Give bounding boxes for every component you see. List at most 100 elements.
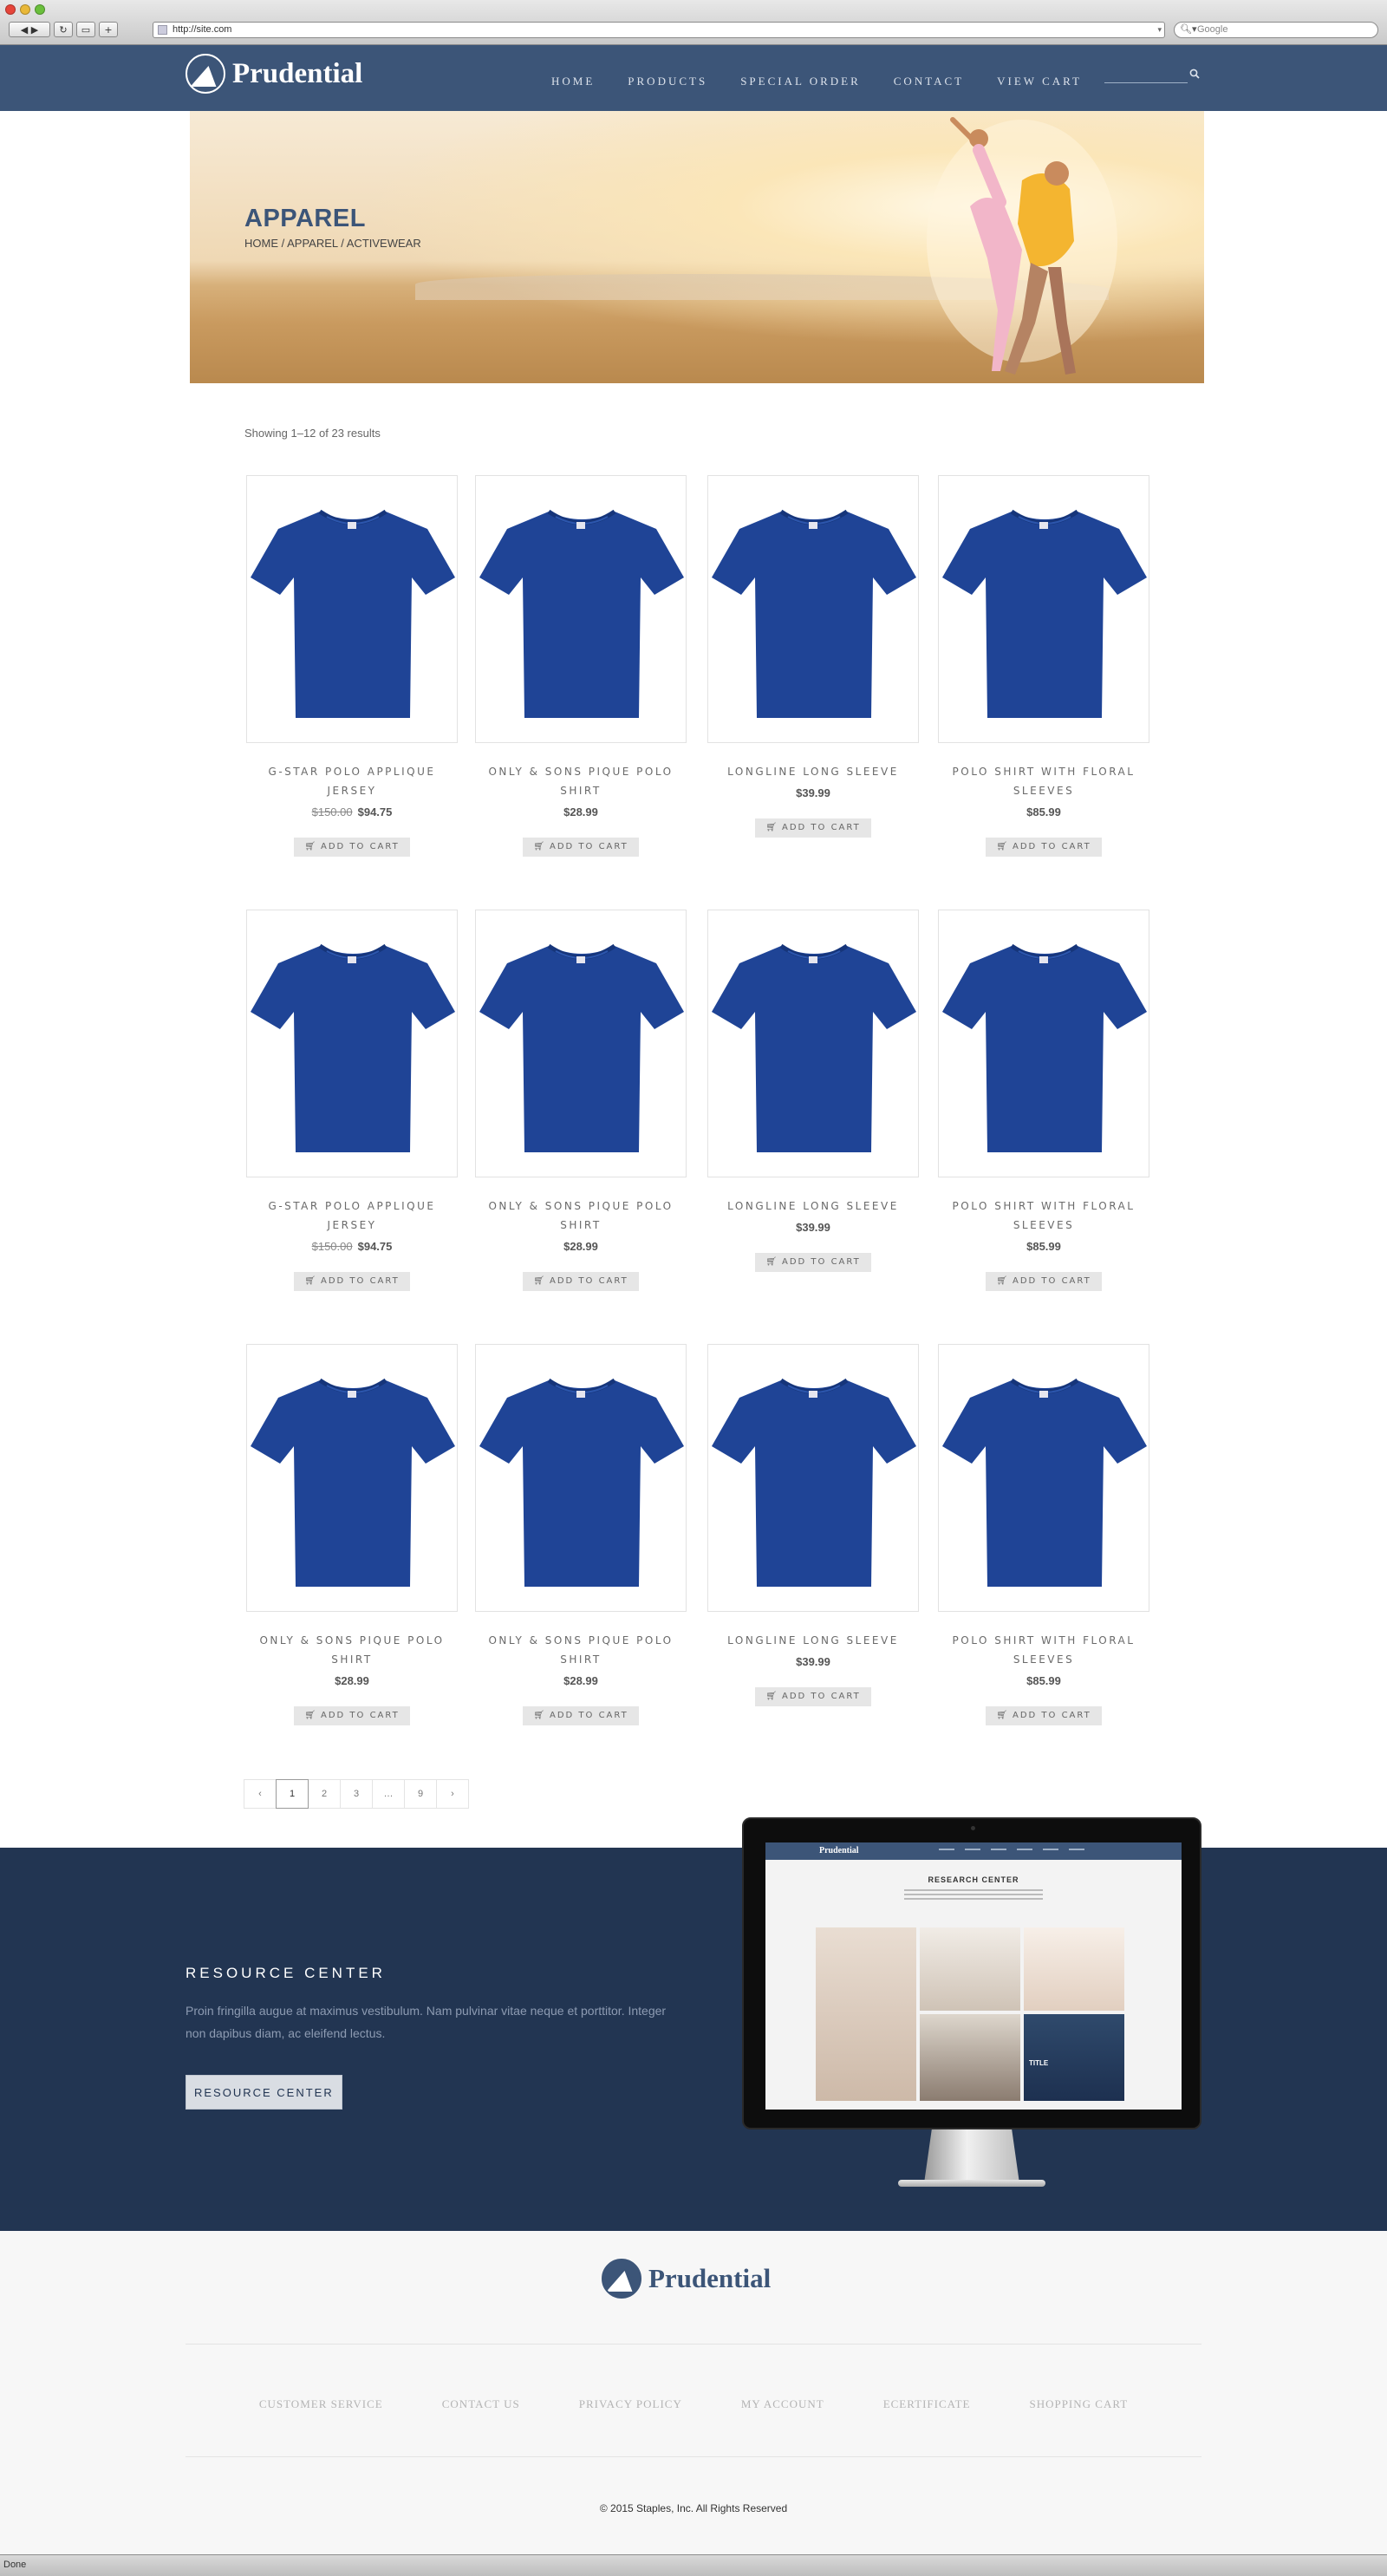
pagination-page-1[interactable]: 1	[276, 1779, 309, 1809]
t-shirt-image	[942, 1378, 1147, 1587]
add-to-cart-button[interactable]: 🛒︎ ADD TO CART	[523, 1706, 639, 1725]
product-name[interactable]: ONLY & SONS PIQUE POLO SHIRT	[246, 1631, 458, 1669]
product-card[interactable]: LONGLINE LONG SLEEVE $39.99 🛒︎ ADD TO CAR…	[707, 1344, 919, 1706]
monitor-stand	[924, 2129, 1019, 2183]
product-image[interactable]	[938, 910, 1149, 1177]
product-card[interactable]: POLO SHIRT WITH FLORAL SLEEVES $85.99 🛒︎…	[938, 910, 1149, 1291]
add-tab-icon[interactable]: +	[99, 22, 118, 37]
t-shirt-image	[942, 509, 1147, 718]
url-dropdown-icon[interactable]: ▾	[1157, 23, 1162, 37]
minimize-window-button[interactable]	[20, 4, 30, 15]
product-card[interactable]: ONLY & SONS PIQUE POLO SHIRT $28.99 🛒︎ AD…	[475, 475, 687, 857]
product-image[interactable]	[475, 475, 687, 743]
footer-link-my-account[interactable]: MY ACCOUNT	[741, 2397, 824, 2411]
product-name[interactable]: POLO SHIRT WITH FLORAL SLEEVES	[938, 762, 1149, 800]
add-to-cart-button[interactable]: 🛒︎ ADD TO CART	[755, 818, 871, 838]
footer-link-contact-us[interactable]: CONTACT US	[442, 2397, 520, 2411]
add-to-cart-button[interactable]: 🛒︎ ADD TO CART	[986, 838, 1102, 857]
nav-home[interactable]: HOME	[551, 75, 595, 88]
breadcrumb[interactable]: HOME / APPAREL / ACTIVEWEAR	[244, 237, 421, 250]
product-card[interactable]: G-STAR POLO APPLIQUE JERSEY $150.00 $94.7…	[246, 910, 458, 1291]
nav-special-order[interactable]: SPECIAL ORDER	[740, 75, 861, 88]
add-to-cart-button[interactable]: 🛒︎ ADD TO CART	[755, 1687, 871, 1706]
product-name[interactable]: G-STAR POLO APPLIQUE JERSEY	[246, 1197, 458, 1235]
product-image[interactable]	[246, 475, 458, 743]
browser-nav-buttons: ◀ ▶ ↻ ▭ +	[9, 22, 118, 37]
back-forward-button[interactable]: ◀ ▶	[9, 22, 50, 37]
resource-center-button[interactable]: RESOURCE CENTER	[186, 2075, 342, 2110]
product-image[interactable]	[707, 475, 919, 743]
product-name[interactable]: LONGLINE LONG SLEEVE	[707, 1631, 919, 1650]
close-window-button[interactable]	[5, 4, 16, 15]
footer-logo[interactable]: Prudential	[602, 2259, 771, 2299]
add-to-cart-button[interactable]: 🛒︎ ADD TO CART	[755, 1253, 871, 1272]
pagination-prev[interactable]: ‹	[244, 1779, 277, 1809]
footer-link-privacy-policy[interactable]: PRIVACY POLICY	[579, 2397, 682, 2411]
product-price: $85.99	[1026, 1674, 1061, 1687]
add-to-cart-button[interactable]: 🛒︎ ADD TO CART	[294, 1272, 410, 1291]
product-price-row: $28.99	[475, 1240, 687, 1253]
product-image[interactable]	[707, 1344, 919, 1612]
pagination-page-9[interactable]: 9	[404, 1779, 437, 1809]
product-name[interactable]: POLO SHIRT WITH FLORAL SLEEVES	[938, 1631, 1149, 1669]
add-to-cart-button[interactable]: 🛒︎ ADD TO CART	[294, 1706, 410, 1725]
product-image[interactable]	[246, 910, 458, 1177]
product-card[interactable]: POLO SHIRT WITH FLORAL SLEEVES $85.99 🛒︎…	[938, 475, 1149, 857]
footer-link-customer-service[interactable]: CUSTOMER SERVICE	[259, 2397, 383, 2411]
bookmarks-icon[interactable]: ▭	[76, 22, 95, 37]
pagination-next[interactable]: ›	[436, 1779, 469, 1809]
logo-text: Prudential	[232, 57, 363, 89]
add-to-cart-button[interactable]: 🛒︎ ADD TO CART	[986, 1706, 1102, 1725]
reload-icon[interactable]: ↻	[54, 22, 73, 37]
product-price: $28.99	[563, 1240, 598, 1253]
product-name[interactable]: POLO SHIRT WITH FLORAL SLEEVES	[938, 1197, 1149, 1235]
product-image[interactable]	[938, 475, 1149, 743]
t-shirt-image	[942, 943, 1147, 1152]
footer-link-shopping-cart[interactable]: SHOPPING CART	[1029, 2397, 1128, 2411]
add-to-cart-button[interactable]: 🛒︎ ADD TO CART	[294, 838, 410, 857]
product-card[interactable]: POLO SHIRT WITH FLORAL SLEEVES $85.99 🛒︎…	[938, 1344, 1149, 1725]
product-card[interactable]: ONLY & SONS PIQUE POLO SHIRT $28.99 🛒︎ AD…	[246, 1344, 458, 1725]
rock-logo-icon	[602, 2259, 641, 2299]
product-image[interactable]	[475, 910, 687, 1177]
product-image[interactable]	[707, 910, 919, 1177]
product-card[interactable]: ONLY & SONS PIQUE POLO SHIRT $28.99 🛒︎ AD…	[475, 1344, 687, 1725]
product-name[interactable]: G-STAR POLO APPLIQUE JERSEY	[246, 762, 458, 800]
add-to-cart-button[interactable]: 🛒︎ ADD TO CART	[986, 1272, 1102, 1291]
zoom-window-button[interactable]	[35, 4, 45, 15]
t-shirt-image	[479, 1378, 684, 1587]
product-name[interactable]: ONLY & SONS PIQUE POLO SHIRT	[475, 1197, 687, 1235]
product-name[interactable]: ONLY & SONS PIQUE POLO SHIRT	[475, 762, 687, 800]
cart-icon: 🛒︎	[304, 1711, 317, 1720]
site-logo[interactable]: Prudential	[186, 54, 362, 94]
product-name[interactable]: ONLY & SONS PIQUE POLO SHIRT	[475, 1631, 687, 1669]
product-price: $28.99	[563, 805, 598, 818]
nav-contact[interactable]: CONTACT	[894, 75, 964, 88]
product-card[interactable]: ONLY & SONS PIQUE POLO SHIRT $28.99 🛒︎ AD…	[475, 910, 687, 1291]
site-header: Prudential HOME PRODUCTS SPECIAL ORDER C…	[0, 45, 1387, 111]
t-shirt-image	[251, 943, 455, 1152]
nav-products[interactable]: PRODUCTS	[628, 75, 707, 88]
search-icon[interactable]	[1189, 68, 1200, 79]
product-image[interactable]	[246, 1344, 458, 1612]
product-name[interactable]: LONGLINE LONG SLEEVE	[707, 1197, 919, 1216]
footer-link-ecertificate[interactable]: ECERTIFICATE	[883, 2397, 971, 2411]
site-search-input[interactable]	[1104, 69, 1188, 83]
pagination-page-3[interactable]: 3	[340, 1779, 373, 1809]
nav-view-cart[interactable]: VIEW CART	[997, 75, 1082, 88]
search-engine-icon[interactable]: 🔍︎▾	[1180, 23, 1197, 37]
product-name[interactable]: LONGLINE LONG SLEEVE	[707, 762, 919, 781]
add-to-cart-button[interactable]: 🛒︎ ADD TO CART	[523, 838, 639, 857]
product-card[interactable]: LONGLINE LONG SLEEVE $39.99 🛒︎ ADD TO CAR…	[707, 910, 919, 1272]
product-image[interactable]	[938, 1344, 1149, 1612]
product-old-price: $150.00	[311, 1240, 353, 1253]
product-image[interactable]	[475, 1344, 687, 1612]
cart-icon: 🛒︎	[765, 1257, 778, 1267]
add-to-cart-button[interactable]: 🛒︎ ADD TO CART	[523, 1272, 639, 1291]
pagination-page-2[interactable]: 2	[308, 1779, 341, 1809]
product-card[interactable]: LONGLINE LONG SLEEVE $39.99 🛒︎ ADD TO CAR…	[707, 475, 919, 838]
browser-search-field[interactable]: 🔍︎▾ Google	[1174, 22, 1378, 38]
url-bar[interactable]: http://site.com ▾	[153, 22, 1165, 38]
product-price: $39.99	[796, 1221, 830, 1234]
product-card[interactable]: G-STAR POLO APPLIQUE JERSEY $150.00 $94.7…	[246, 475, 458, 857]
